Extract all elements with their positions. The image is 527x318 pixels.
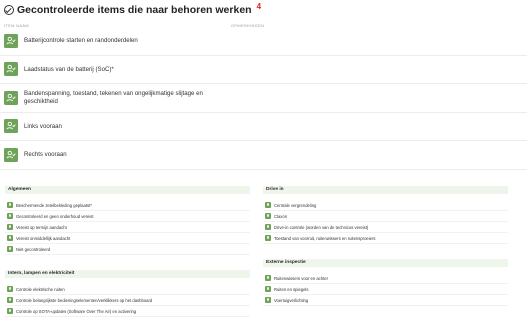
section-row[interactable]: Vereist onmiddellijk aandacht — [5, 233, 250, 244]
row-label: Niet gecontroleerd — [16, 246, 51, 252]
row-label: Beschermende zetelbekleding geplaatst* — [16, 202, 92, 208]
checked-items-list: Batterijcontrole starten en randonderdel… — [0, 27, 527, 170]
item-label: Batterijcontrole starten en randonderdel… — [24, 37, 138, 45]
row-label: Toestand van voorruit, ruitenwissers en … — [274, 235, 376, 241]
user-check-icon — [4, 147, 18, 162]
section-row[interactable]: Controle elektrische ruiten — [5, 284, 250, 295]
row-label: Ruiten en spiegels — [274, 286, 309, 292]
status-icon — [265, 275, 271, 281]
section-row[interactable]: Niet gecontroleerd — [5, 244, 250, 255]
row-label: Claxon — [274, 213, 288, 219]
section-intern: Intern, lampen en elektriciteit Controle… — [5, 270, 250, 317]
list-item[interactable]: Batterijcontrole starten en randonderdel… — [0, 27, 527, 56]
status-icon — [7, 202, 13, 208]
item-count-badge: 4 — [256, 1, 262, 11]
section-row[interactable]: Claxon — [263, 211, 508, 222]
status-icon — [7, 213, 13, 219]
status-icon — [7, 246, 13, 252]
row-label: Vereist onmiddellijk aandacht — [16, 235, 71, 241]
row-label: Controle elektrische ruiten — [16, 286, 65, 292]
section-row[interactable]: Ruiten en spiegels — [263, 284, 508, 295]
section-title: Intern, lampen en elektriciteit — [5, 270, 250, 278]
status-icon — [7, 286, 13, 292]
item-label: Rechts vooraan — [24, 151, 67, 159]
list-item[interactable]: Rechts vooraan — [0, 141, 527, 170]
status-icon — [265, 202, 271, 208]
section-row[interactable]: Centrale vergrendeling — [263, 200, 508, 211]
row-label: Vereist op termijn aandacht — [16, 224, 67, 230]
status-icon — [7, 308, 13, 314]
check-circle-icon — [4, 5, 14, 15]
page-header: Gecontroleerde items die naar behoren we… — [4, 1, 262, 17]
row-label: Gecontroleerd en geen onderhoud vereist — [16, 213, 94, 219]
status-icon — [265, 213, 271, 219]
item-label: Laadstatus van de batterij (SoC)* — [24, 65, 114, 73]
row-label: Drive-in controle (worden van de technic… — [274, 224, 369, 230]
list-item[interactable]: Bandenspanning, toestand, tekenen van on… — [0, 84, 527, 113]
section-row[interactable]: Gecontroleerd en geen onderhoud vereist — [5, 211, 250, 222]
status-icon — [7, 297, 13, 303]
status-icon — [265, 286, 271, 292]
user-check-icon — [4, 90, 18, 105]
section-row[interactable]: Beschermende zetelbekleding geplaatst* — [5, 200, 250, 211]
row-label: Centrale vergrendeling — [274, 202, 317, 208]
status-icon — [265, 297, 271, 303]
status-icon — [265, 235, 271, 241]
page-title: Gecontroleerde items die naar behoren we… — [17, 4, 252, 16]
section-extern: Externe inspectie Ruitenwissers voor en … — [263, 259, 508, 306]
section-row[interactable]: Toestand van voorruit, ruitenwissers en … — [263, 233, 508, 244]
section-algemeen: Algemeen Beschermende zetelbekleding gep… — [5, 186, 250, 255]
list-item[interactable]: Links vooraan — [0, 113, 527, 141]
row-label: Ruitenwissers voor en achter — [274, 275, 328, 281]
section-row[interactable]: Controle op SOTA-updates (Software Over … — [5, 306, 250, 317]
section-row[interactable]: Drive-in controle (worden van de technic… — [263, 222, 508, 233]
section-row[interactable]: Ruitenwissers voor en achter — [263, 273, 508, 284]
item-label: Links vooraan — [24, 122, 62, 130]
section-title: Algemeen — [5, 186, 250, 194]
user-check-icon — [4, 62, 18, 77]
status-icon — [7, 235, 13, 241]
status-icon — [265, 224, 271, 230]
list-item[interactable]: Laadstatus van de batterij (SoC)* — [0, 56, 527, 84]
section-row[interactable]: Voertuigverlichting — [263, 295, 508, 306]
section-row[interactable]: Vereist op termijn aandacht — [5, 222, 250, 233]
user-check-icon — [4, 119, 18, 134]
section-title: Drive in — [263, 186, 508, 194]
row-label: Voertuigverlichting — [274, 297, 309, 303]
status-icon — [7, 224, 13, 230]
section-title: Externe inspectie — [263, 259, 508, 267]
section-drive-in: Drive in Centrale vergrendeling Claxon D… — [263, 186, 508, 244]
item-label: Bandenspanning, toestand, tekenen van on… — [24, 90, 203, 105]
user-check-icon — [4, 33, 18, 48]
section-row[interactable]: Controle belangrijkste bedieningselement… — [5, 295, 250, 306]
row-label: Controle op SOTA-updates (Software Over … — [16, 308, 137, 314]
row-label: Controle belangrijkste bedieningselement… — [16, 297, 153, 303]
